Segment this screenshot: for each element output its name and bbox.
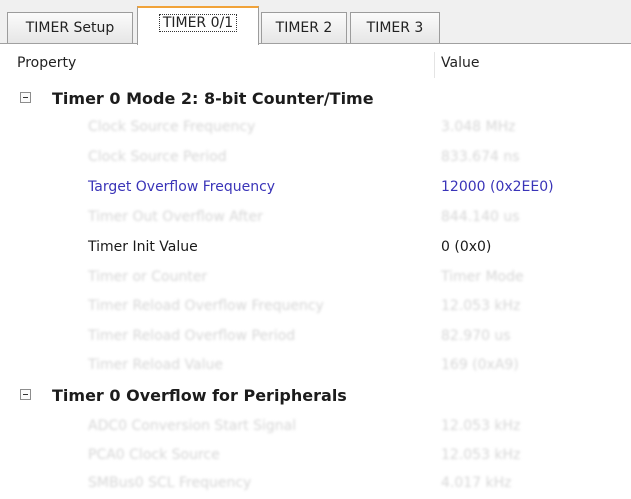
property-row: SMBus0 SCL Frequency 4.017 kHz — [0, 469, 631, 497]
property-value: 169 (0xA9) — [441, 357, 519, 373]
property-row: Clock Source Period 833.674 ns — [0, 143, 631, 171]
collapse-icon[interactable] — [20, 389, 31, 400]
tab-bar: TIMER Setup TIMER 0/1 TIMER 2 TIMER 3 — [0, 0, 631, 45]
property-row: PCA0 Clock Source 12.053 kHz — [0, 441, 631, 469]
property-value: 4.017 kHz — [441, 475, 512, 491]
group-label: Timer 0 Overflow for Peripherals — [52, 386, 347, 405]
property-row: Timer Reload Overflow Frequency 12.053 k… — [0, 292, 631, 320]
property-row-target-overflow-frequency[interactable]: Target Overflow Frequency 12000 (0x2EE0) — [0, 173, 631, 201]
property-name: Clock Source Frequency — [88, 119, 256, 135]
property-value[interactable]: 0 (0x0) — [441, 233, 491, 261]
tab-label: TIMER 2 — [275, 20, 333, 36]
group-label: Timer 0 Mode 2: 8-bit Counter/Time — [52, 89, 374, 108]
collapse-icon[interactable] — [20, 92, 31, 103]
group-timer0-mode2: Timer 0 Mode 2: 8-bit Counter/Time — [0, 87, 631, 111]
property-name: Timer Reload Overflow Period — [88, 328, 296, 344]
property-name: SMBus0 SCL Frequency — [88, 475, 252, 491]
property-name: Timer Reload Overflow Frequency — [88, 298, 324, 314]
property-row: Timer or Counter Timer Mode — [0, 263, 631, 291]
property-row: Timer Reload Value 169 (0xA9) — [0, 351, 631, 379]
value-column-header[interactable]: Value — [441, 55, 479, 71]
property-name: PCA0 Clock Source — [88, 447, 220, 463]
tab-timer-setup[interactable]: TIMER Setup — [7, 12, 133, 43]
tab-label: TIMER 3 — [366, 20, 424, 36]
property-name: Target Overflow Frequency — [88, 179, 276, 195]
property-name: Timer Out Overflow After — [88, 209, 263, 225]
property-row: Timer Reload Overflow Period 82.970 us — [0, 322, 631, 350]
property-value: 12.053 kHz — [441, 298, 521, 314]
tab-label: TIMER Setup — [25, 20, 115, 36]
tab-label: TIMER 0/1 — [158, 14, 238, 32]
column-divider[interactable] — [434, 52, 435, 78]
tab-timer-2[interactable]: TIMER 2 — [261, 12, 347, 43]
property-row: Timer Out Overflow After 844.140 us — [0, 203, 631, 231]
property-grid-header: Property Value — [0, 55, 631, 81]
property-row-timer-init-value[interactable]: Timer Init Value 0 (0x0) — [0, 233, 631, 261]
property-value: 833.674 ns — [441, 149, 520, 165]
group-timer0-overflow-peripherals: Timer 0 Overflow for Peripherals — [0, 384, 631, 408]
property-row: ADC0 Conversion Start Signal 12.053 kHz — [0, 412, 631, 440]
property-name: Timer Reload Value — [88, 357, 223, 373]
tab-timer-0-1[interactable]: TIMER 0/1 — [137, 6, 259, 45]
property-value: 844.140 us — [441, 209, 520, 225]
property-value: 3.048 MHz — [441, 119, 516, 135]
property-name: Clock Source Period — [88, 149, 227, 165]
property-name: Timer Init Value — [88, 239, 198, 255]
property-value[interactable]: 12000 (0x2EE0) — [441, 173, 554, 201]
property-value: 12.053 kHz — [441, 447, 521, 463]
property-row: Clock Source Frequency 3.048 MHz — [0, 113, 631, 141]
property-name: ADC0 Conversion Start Signal — [88, 418, 297, 434]
tab-timer-3[interactable]: TIMER 3 — [350, 12, 440, 43]
property-value: 12.053 kHz — [441, 418, 521, 434]
property-column-header[interactable]: Property — [17, 55, 76, 71]
property-value: Timer Mode — [441, 269, 524, 285]
property-value: 82.970 us — [441, 328, 511, 344]
property-name: Timer or Counter — [88, 269, 208, 285]
